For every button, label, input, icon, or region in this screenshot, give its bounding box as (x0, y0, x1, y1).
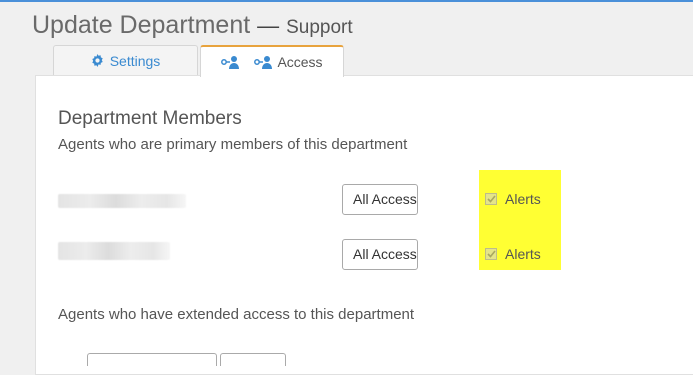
top-accent-line (0, 0, 693, 2)
members-section-title: Department Members (58, 108, 242, 129)
agent-name-redacted (58, 194, 186, 208)
alerts-option[interactable]: Alerts (485, 246, 541, 262)
extended-agent-select[interactable] (87, 353, 217, 366)
page-subtitle: Support (286, 17, 353, 38)
page-title-text: Update Department (32, 11, 251, 39)
alerts-label: Alerts (505, 191, 541, 207)
access-level-select[interactable]: All Access (342, 184, 418, 215)
alerts-checkbox[interactable] (485, 248, 497, 260)
alerts-option[interactable]: Alerts (485, 191, 541, 207)
access-level-select[interactable]: All Access (342, 239, 418, 270)
extended-access-select[interactable] (220, 353, 286, 366)
agent-name-redacted (58, 242, 170, 260)
primary-members-description: Agents who are primary members of this d… (58, 136, 408, 153)
tab-access[interactable]: Access (200, 45, 344, 77)
tab-settings[interactable]: Settings (53, 45, 198, 75)
page-title: Update Department — Support (32, 11, 353, 40)
user-key-icon (254, 55, 273, 69)
alerts-checkbox[interactable] (485, 193, 497, 205)
tab-settings-label: Settings (109, 52, 161, 69)
gear-icon (91, 54, 104, 67)
user-key-icon (221, 55, 240, 69)
alerts-label: Alerts (505, 246, 541, 262)
title-separator: — (257, 13, 280, 38)
extended-access-description: Agents who have extended access to this … (58, 306, 415, 323)
tab-access-label: Access (277, 54, 323, 70)
